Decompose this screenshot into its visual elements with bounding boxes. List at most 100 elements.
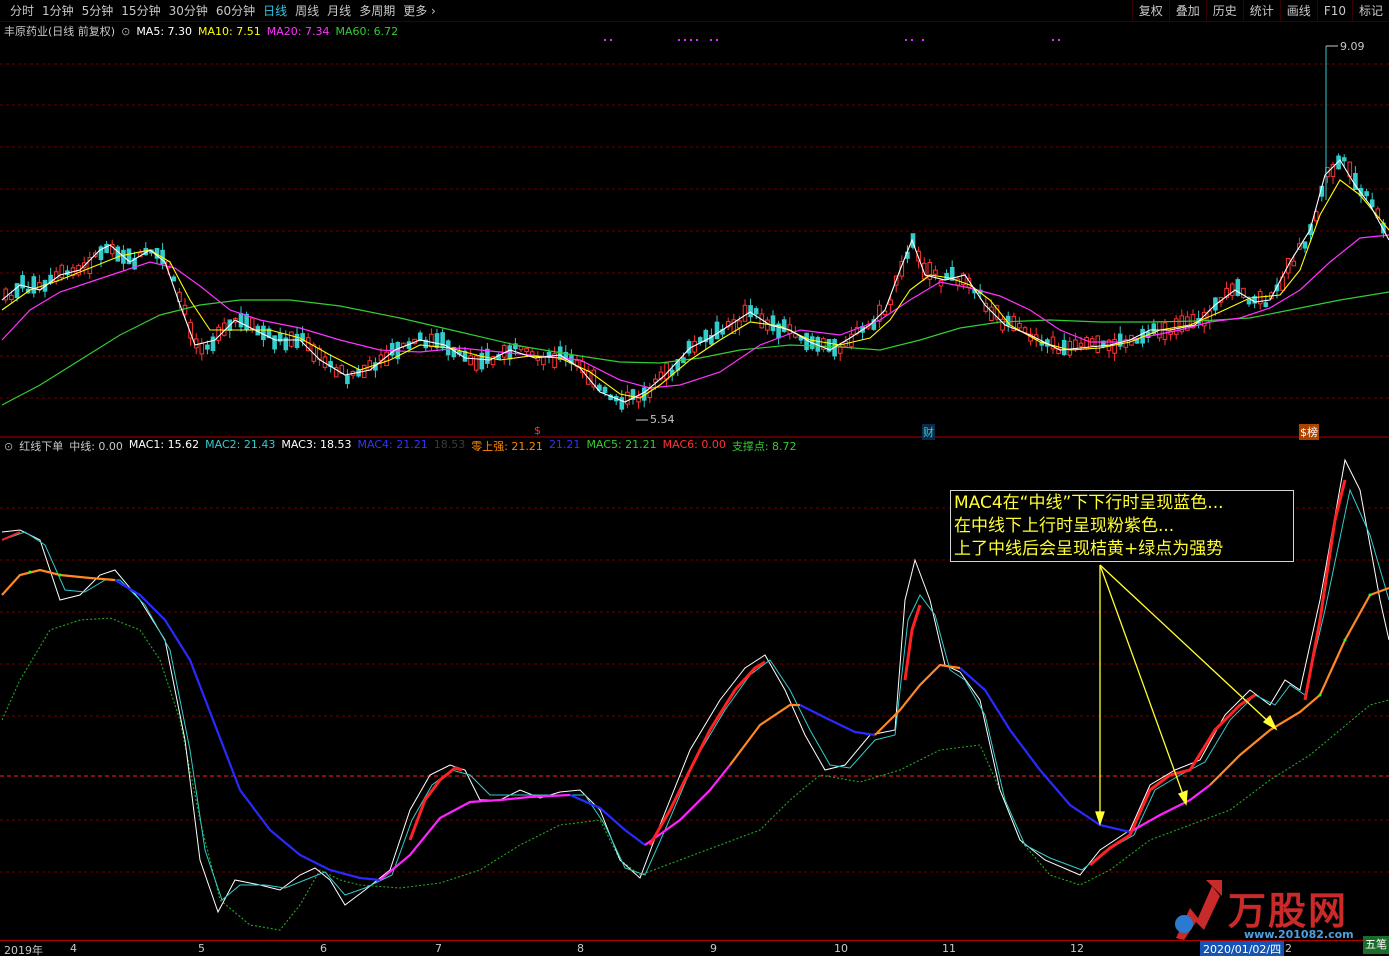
- candle-body-5: [31, 276, 37, 294]
- sub-value-10: 支撑点: 8.72: [731, 440, 797, 453]
- x-label-jul: 7: [435, 942, 442, 955]
- tab-1min[interactable]: 1分钟: [38, 0, 78, 22]
- mac4-orange-line-4: [1209, 586, 1389, 786]
- ma-value-0: MA5: 7.30: [136, 24, 193, 38]
- ma-values: MA5: 7.30 MA10: 7.51 MA20: 7.34 MA60: 6.72: [136, 25, 404, 38]
- ma20-line: [1, 234, 1389, 389]
- event-marker-finance[interactable]: 财: [922, 424, 935, 440]
- tool-buttons: 复权 叠加 历史 统计 画线 F10 标记: [1131, 0, 1389, 22]
- tab-monthly[interactable]: 月线: [323, 0, 355, 22]
- candle-body-158: [888, 299, 893, 306]
- candle-body-36: [205, 344, 210, 350]
- candle-body-111: [625, 391, 630, 405]
- tab-weekly[interactable]: 周线: [291, 0, 323, 22]
- candle-body-190: [1067, 340, 1073, 356]
- candle-body-92: [518, 346, 524, 351]
- candle-body-32: [182, 304, 188, 315]
- mac4-blue-line-3: [799, 704, 876, 737]
- chart-canvas[interactable]: [0, 0, 1389, 956]
- chevron-right-icon: ›: [431, 4, 436, 18]
- mark-button[interactable]: 标记: [1351, 0, 1389, 22]
- tab-intraday[interactable]: 分时: [0, 0, 38, 22]
- mac4-blue-line: [114, 579, 381, 882]
- sub-value-5: 18.53: [433, 438, 466, 451]
- sub-value-8: MAC5: 21.21: [586, 438, 657, 451]
- tab-30min[interactable]: 30分钟: [165, 0, 212, 22]
- period-toolbar: 分时 1分钟 5分钟 15分钟 30分钟 60分钟 日线 周线 月线 多周期 更…: [0, 0, 1389, 22]
- sub-value-3: MAC3: 18.53: [281, 438, 352, 451]
- overlay-button[interactable]: 叠加: [1168, 0, 1206, 22]
- tab-5min[interactable]: 5分钟: [78, 0, 118, 22]
- event-marker-list[interactable]: $榜: [1299, 424, 1319, 440]
- x-label-aug: 8: [577, 942, 584, 955]
- candle-body-166: [933, 269, 938, 275]
- statistics-button[interactable]: 统计: [1242, 0, 1280, 22]
- candle-body-232: [1302, 241, 1308, 249]
- candle-body-219: [1229, 283, 1235, 296]
- ma-value-3: MA60: 6.72: [335, 24, 399, 38]
- draw-line-button[interactable]: 画线: [1279, 0, 1317, 22]
- tab-multi-period[interactable]: 多周期: [355, 0, 399, 22]
- ma5-line: [1, 159, 1389, 403]
- collapse-icon[interactable]: ⊙: [4, 440, 13, 453]
- sub-value-9: MAC6: 0.00: [662, 438, 726, 451]
- mac4-orange-line-3: [874, 663, 961, 736]
- candle-body-48: [272, 335, 277, 350]
- candle-body-110: [619, 397, 625, 410]
- x-label-dec: 12: [1070, 942, 1084, 955]
- sub-value-2: MAC2: 21.43: [205, 438, 276, 451]
- sub-indicator-values: 中线: 0.00 MAC1: 15.62 MAC2: 21.43 MAC3: 18.5…: [69, 438, 802, 454]
- candle-body-167: [938, 279, 944, 287]
- sub-value-4: MAC4: 21.21: [357, 438, 428, 451]
- tab-15min[interactable]: 15分钟: [117, 0, 164, 22]
- candle-body-61: [345, 375, 350, 385]
- candle-body-46: [261, 325, 266, 341]
- main-indicator-bar: 丰原药业(日线 前复权) ⊙ MA5: 7.30 MA10: 7.51 MA20: …: [0, 23, 410, 39]
- mac4-orange-line: [1, 568, 116, 596]
- candle-body-168: [944, 272, 949, 281]
- candle-body-207: [1162, 322, 1168, 340]
- candle-body-127: [714, 321, 720, 340]
- candle-body-222: [1246, 299, 1252, 305]
- event-marker-dividend[interactable]: $: [534, 424, 541, 437]
- bull-arrow-icon: [1175, 880, 1222, 940]
- watermark-text: 万股网: [1228, 888, 1349, 933]
- history-button[interactable]: 历史: [1205, 0, 1243, 22]
- tab-60min[interactable]: 60分钟: [212, 0, 259, 22]
- candle-body-35: [199, 342, 205, 355]
- candle-body-243: [1364, 191, 1369, 197]
- settings-circle-icon[interactable]: ⊙: [121, 25, 130, 38]
- mac4-blue-line-4: [959, 667, 1131, 834]
- candle-body-181: [1017, 322, 1022, 329]
- mac6-red-line-6: [1, 531, 21, 541]
- candle-body-42: [238, 312, 244, 328]
- candle-body-239: [1341, 157, 1347, 162]
- tab-more[interactable]: 更多 ›: [399, 0, 440, 22]
- stock-title[interactable]: 丰原药业(日线 前复权): [4, 23, 115, 39]
- candle-body-107: [602, 386, 608, 393]
- x-label-oct: 10: [834, 942, 848, 955]
- candle-body-133: [748, 305, 753, 318]
- candle-body-93: [524, 347, 529, 353]
- ma-value-2: MA20: 7.34: [266, 24, 330, 38]
- candle-body-225: [1263, 302, 1269, 308]
- candle-body-37: [210, 336, 216, 352]
- top-markers: [604, 39, 1060, 41]
- candle-body-30: [171, 276, 177, 282]
- candle-body-78: [440, 332, 445, 349]
- candle-body-96: [541, 356, 546, 366]
- x-label-may: 5: [198, 942, 205, 955]
- sub-gridlines: [0, 507, 1389, 873]
- restore-rights-button[interactable]: 复权: [1131, 0, 1169, 22]
- period-badge[interactable]: 五笔: [1363, 936, 1389, 954]
- indicator-name[interactable]: 红线下单: [19, 438, 63, 454]
- candle-body-124: [697, 337, 703, 343]
- candle-body-89: [501, 344, 507, 358]
- candle-body-230: [1291, 260, 1297, 267]
- f10-button[interactable]: F10: [1316, 0, 1352, 22]
- tab-daily[interactable]: 日线: [259, 0, 291, 22]
- candle-body-83: [468, 355, 473, 366]
- period-tabs: 分时 1分钟 5分钟 15分钟 30分钟 60分钟 日线 周线 月线 多周期 更…: [0, 0, 440, 22]
- mac6-red-line: [408, 766, 463, 841]
- x-label-apr: 4: [70, 942, 77, 955]
